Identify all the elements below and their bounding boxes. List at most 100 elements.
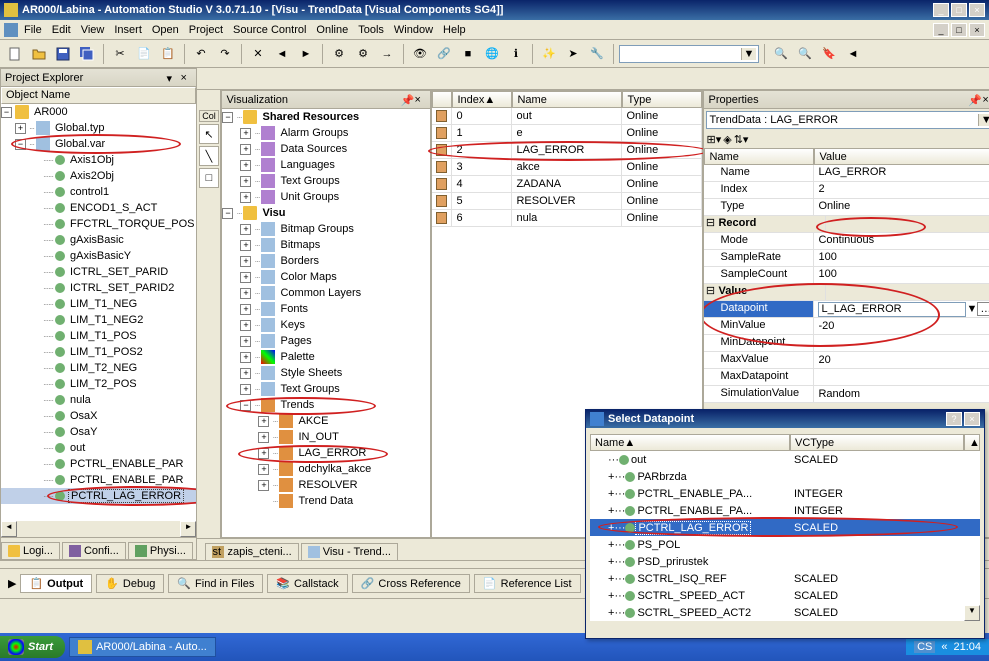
- maximize-button[interactable]: □: [951, 3, 967, 17]
- prev-bookmark-button[interactable]: ◄: [842, 43, 864, 65]
- info-button[interactable]: ℹ: [505, 43, 527, 65]
- arrow-tool[interactable]: ↖: [199, 124, 219, 144]
- globe-button[interactable]: 🌐: [481, 43, 503, 65]
- col-name[interactable]: Name: [512, 91, 622, 108]
- dropdown-arrow-icon[interactable]: ▼: [966, 303, 977, 315]
- menu-online[interactable]: Online: [316, 24, 348, 36]
- col-dp-vctype[interactable]: VCType: [790, 434, 964, 451]
- tree-var[interactable]: ······OsaY: [1, 424, 196, 440]
- scroll-up-button[interactable]: ▲: [964, 434, 980, 451]
- tree-item[interactable]: +···Borders: [222, 253, 430, 269]
- save-all-button[interactable]: [76, 43, 98, 65]
- prop-row[interactable]: TypeOnline: [704, 199, 989, 216]
- config-dropdown[interactable]: ▼: [619, 45, 759, 63]
- tab-physical[interactable]: Physi...: [128, 542, 193, 559]
- find-files-button[interactable]: 🔍: [794, 43, 816, 65]
- copy-button[interactable]: 📄: [133, 43, 155, 65]
- line-tool[interactable]: ╲: [199, 146, 219, 166]
- tree-root[interactable]: −AR000: [1, 104, 196, 120]
- tree-var[interactable]: ······PCTRL_ENABLE_PAR: [1, 472, 196, 488]
- tab-reflist[interactable]: 📄 Reference List: [474, 574, 581, 593]
- cut-button[interactable]: ✂: [109, 43, 131, 65]
- table-row[interactable]: 6nulaOnline: [432, 210, 702, 227]
- prop-row[interactable]: Datapoint ▼ …: [704, 301, 989, 318]
- tree-var[interactable]: ······OsaX: [1, 408, 196, 424]
- tree-visu[interactable]: −···Visu: [222, 205, 430, 221]
- doc-maximize-button[interactable]: □: [951, 23, 967, 37]
- tree-trend-item[interactable]: +···IN_OUT: [222, 429, 430, 445]
- tree-trend-item[interactable]: +···AKCE: [222, 413, 430, 429]
- datapoint-row[interactable]: +··· SCTRL_SPEED_ACTSCALED: [590, 587, 980, 604]
- prop-row[interactable]: Index2: [704, 182, 989, 199]
- menu-tools[interactable]: Tools: [358, 24, 384, 36]
- dialog-help-button[interactable]: ?: [946, 412, 962, 426]
- prop-row[interactable]: SampleRate100: [704, 250, 989, 267]
- close-button[interactable]: ×: [969, 3, 985, 17]
- tab-find[interactable]: 🔍 Find in Files: [168, 574, 263, 593]
- tree-var[interactable]: ······Axis2Obj: [1, 168, 196, 184]
- col-object-name[interactable]: Object Name: [1, 87, 196, 104]
- datapoint-row[interactable]: +··· PCTRL_LAG_ERRORSCALED: [590, 519, 980, 536]
- tab-visu-trend[interactable]: Visu - Trend...: [301, 543, 398, 560]
- tree-var[interactable]: ······LIM_T1_POS: [1, 328, 196, 344]
- cat-view-icon[interactable]: ⊞▾: [706, 133, 721, 146]
- rebuild-button[interactable]: ⚙: [352, 43, 374, 65]
- open-button[interactable]: [28, 43, 50, 65]
- datapoint-row[interactable]: +··· PS_POL: [590, 536, 980, 553]
- property-grid[interactable]: NameLAG_ERRORIndex2TypeOnline ⊟Record Mo…: [704, 165, 989, 403]
- datapoint-row[interactable]: +··· PCTRL_ENABLE_PA...INTEGER: [590, 485, 980, 502]
- start-button[interactable]: Start: [0, 636, 65, 658]
- scroll-down-button[interactable]: ▼: [964, 605, 980, 621]
- connect-button[interactable]: 🔗: [433, 43, 455, 65]
- prop-row[interactable]: ModeContinuous: [704, 233, 989, 250]
- tree-item[interactable]: +···Data Sources: [222, 141, 430, 157]
- nav-fwd-button[interactable]: ►: [295, 43, 317, 65]
- pointer-button[interactable]: ➤: [562, 43, 584, 65]
- tree-var[interactable]: ······control1: [1, 184, 196, 200]
- tree-var[interactable]: ······ENCOD1_S_ACT: [1, 200, 196, 216]
- col-label[interactable]: Col: [199, 110, 219, 122]
- visualization-tree[interactable]: −···Shared Resources +···Alarm Groups+··…: [222, 109, 430, 537]
- table-row[interactable]: 3akceOnline: [432, 159, 702, 176]
- tree-trend-item[interactable]: +···odchylka_akce: [222, 461, 430, 477]
- close-panel-icon[interactable]: ×: [180, 72, 192, 84]
- monitor-button[interactable]: 👁: [409, 43, 431, 65]
- menu-file[interactable]: File: [24, 24, 42, 36]
- datapoint-row[interactable]: +··· PCTRL_ENABLE_PA...INTEGER: [590, 502, 980, 519]
- datapoint-row[interactable]: +··· SCTRL_SPEED_ACT2SCALED: [590, 604, 980, 621]
- tree-item[interactable]: +···Style Sheets: [222, 365, 430, 381]
- menu-window[interactable]: Window: [394, 24, 433, 36]
- menu-source-control[interactable]: Source Control: [233, 24, 306, 36]
- project-tree[interactable]: −AR000 +···Global.typ −···Global.var ···…: [1, 104, 196, 521]
- new-button[interactable]: [4, 43, 26, 65]
- prop-row[interactable]: MinValue-20: [704, 318, 989, 335]
- tree-var[interactable]: ······out: [1, 440, 196, 456]
- close-panel-icon[interactable]: ×: [414, 94, 426, 106]
- delete-button[interactable]: ✕: [247, 43, 269, 65]
- scroll-right-button[interactable]: ►: [180, 521, 196, 537]
- expand-icon[interactable]: ▶: [8, 577, 16, 590]
- menu-help[interactable]: Help: [443, 24, 466, 36]
- tree-item[interactable]: +···Pages: [222, 333, 430, 349]
- prop-row[interactable]: MaxDatapoint: [704, 369, 989, 386]
- tree-item[interactable]: +···Global.typ: [1, 120, 196, 136]
- prop-row[interactable]: MinDatapoint: [704, 335, 989, 352]
- tree-item[interactable]: +···Bitmaps: [222, 237, 430, 253]
- col-type[interactable]: Type: [622, 91, 702, 108]
- tree-var[interactable]: ······PCTRL_LAG_ERROR: [1, 488, 196, 504]
- table-row[interactable]: 2LAG_ERROROnline: [432, 142, 702, 159]
- tab-logical[interactable]: Logi...: [1, 542, 60, 559]
- tree-item[interactable]: +···Text Groups: [222, 173, 430, 189]
- table-row[interactable]: 4ZADANAOnline: [432, 176, 702, 193]
- tree-trend-item[interactable]: ···Trend Data: [222, 493, 430, 509]
- datapoint-row[interactable]: +··· SCTRL_ISQ_REFSCALED: [590, 570, 980, 587]
- sort-icon[interactable]: ⇅▾: [734, 133, 749, 146]
- prop-cat-record[interactable]: ⊟Record: [704, 216, 989, 233]
- browse-button[interactable]: …: [977, 302, 989, 316]
- tree-global-var[interactable]: −···Global.var: [1, 136, 196, 152]
- redo-button[interactable]: ↷: [214, 43, 236, 65]
- menu-edit[interactable]: Edit: [52, 24, 71, 36]
- paste-button[interactable]: 📋: [157, 43, 179, 65]
- tree-item[interactable]: +···Fonts: [222, 301, 430, 317]
- diamond-icon[interactable]: ◈: [723, 133, 731, 146]
